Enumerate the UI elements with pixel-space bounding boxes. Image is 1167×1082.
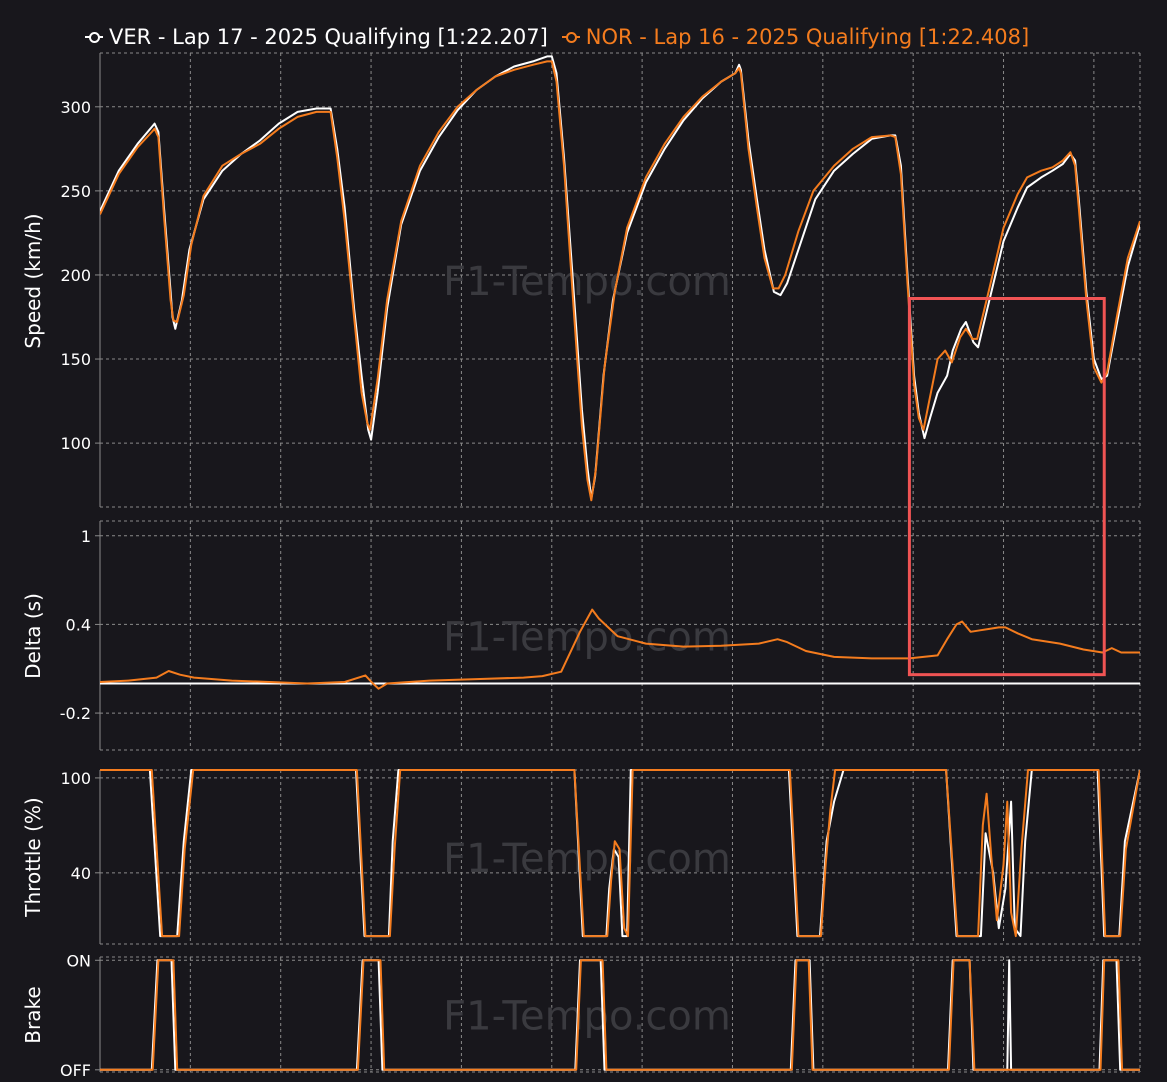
y-tick-label: 150 bbox=[60, 350, 91, 369]
watermark: F1-Tempo.com bbox=[443, 259, 731, 305]
panel-3: ON OFF F1-Tempo.com bbox=[60, 951, 1141, 1080]
y-tick-label: ON bbox=[66, 951, 91, 970]
panel-0: 100 150 200 250 300 F1-Tempo.com bbox=[60, 52, 1141, 508]
y-tick-label: 100 bbox=[60, 769, 91, 788]
panel-1: 1 0.4 -0.2 F1-Tempo.com bbox=[60, 520, 1141, 751]
telemetry-chart: 100 150 200 250 300 F1-Tempo.com 1 0.4 -0.2 F1-Te… bbox=[60, 52, 1141, 1080]
y-tick-label: OFF bbox=[60, 1061, 91, 1080]
watermark: F1-Tempo.com bbox=[443, 836, 731, 882]
watermark: F1-Tempo.com bbox=[443, 994, 731, 1040]
y-tick-label: -0.2 bbox=[60, 704, 91, 723]
y-tick-label: 100 bbox=[60, 434, 91, 453]
y-tick-label: 1 bbox=[81, 527, 91, 546]
panel-2: 100 40 F1-Tempo.com bbox=[60, 769, 1141, 945]
y-tick-label: 40 bbox=[71, 864, 91, 883]
y-tick-label: 0.4 bbox=[66, 615, 91, 634]
y-tick-label: 300 bbox=[60, 98, 91, 117]
highlight-box bbox=[907, 296, 1106, 677]
watermark: F1-Tempo.com bbox=[443, 615, 731, 661]
y-tick-label: 250 bbox=[60, 182, 91, 201]
y-tick-label: 200 bbox=[60, 266, 91, 285]
